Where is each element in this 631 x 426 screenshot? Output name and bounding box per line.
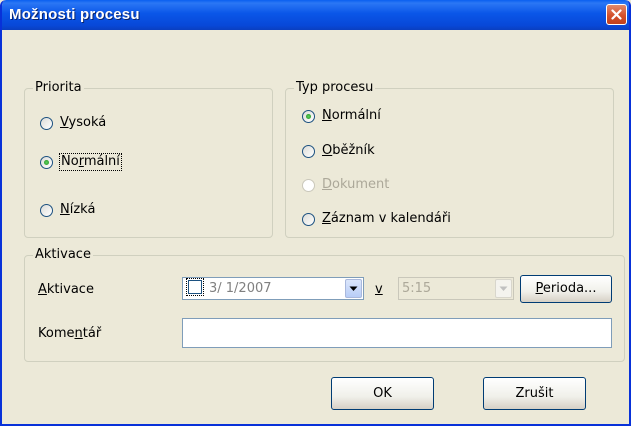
priority-low-radio[interactable]: Nízká [40,200,95,220]
close-button[interactable] [606,4,627,25]
activation-time-field: 5:15 [398,277,514,300]
comment-input[interactable] [182,318,612,348]
chevron-down-icon [349,286,358,291]
type-calendar-label: Záznam v kalendáři [322,211,451,226]
window-title: Možnosti procesu [9,6,140,23]
close-icon [611,9,622,20]
radio-checked-icon [302,109,315,123]
priority-legend: Priorita [33,80,84,96]
comment-label: Komentář [38,326,102,341]
radio-icon [302,144,315,158]
radio-icon [40,116,53,130]
title-bar[interactable]: Možnosti procesu [2,0,629,30]
activation-date-value: 3/ 1/2007 [209,281,272,296]
time-dropdown-button [495,279,512,298]
type-document-radio: Dokument [302,175,389,195]
activation-enable-checkbox[interactable] [186,278,204,296]
date-dropdown-button[interactable] [345,279,362,298]
radio-icon [302,212,315,226]
activation-label: Aktivace [38,282,94,297]
ok-button[interactable]: OK [331,377,434,410]
type-document-label: Dokument [322,177,390,192]
activation-legend: Aktivace [33,247,93,263]
priority-normal-radio[interactable]: Normální [40,152,122,172]
at-label: v [375,282,383,297]
priority-high-label: Vysoká [60,115,107,130]
priority-normal-label: Normální [59,153,122,171]
radio-icon [40,203,53,217]
radio-checked-icon [40,155,53,169]
dialog-window: Možnosti procesu Priorita Vysoká Normáln… [0,0,631,426]
chevron-down-icon [499,286,508,291]
period-button[interactable]: Perioda... [520,275,612,303]
priority-low-label: Nízká [60,202,96,217]
radio-disabled-icon [302,178,315,192]
type-normal-label: Normální [322,108,381,123]
activation-date-picker[interactable]: 3/ 1/2007 [182,277,364,300]
activation-time-value: 5:15 [402,281,432,296]
type-normal-radio[interactable]: Normální [302,106,381,126]
type-calendar-radio[interactable]: Záznam v kalendáři [302,209,451,229]
type-circular-label: Oběžník [322,143,375,158]
type-circular-radio[interactable]: Oběžník [302,141,375,161]
priority-high-radio[interactable]: Vysoká [40,113,106,133]
cancel-button[interactable]: Zrušit [483,377,586,410]
process-type-legend: Typ procesu [294,80,376,96]
